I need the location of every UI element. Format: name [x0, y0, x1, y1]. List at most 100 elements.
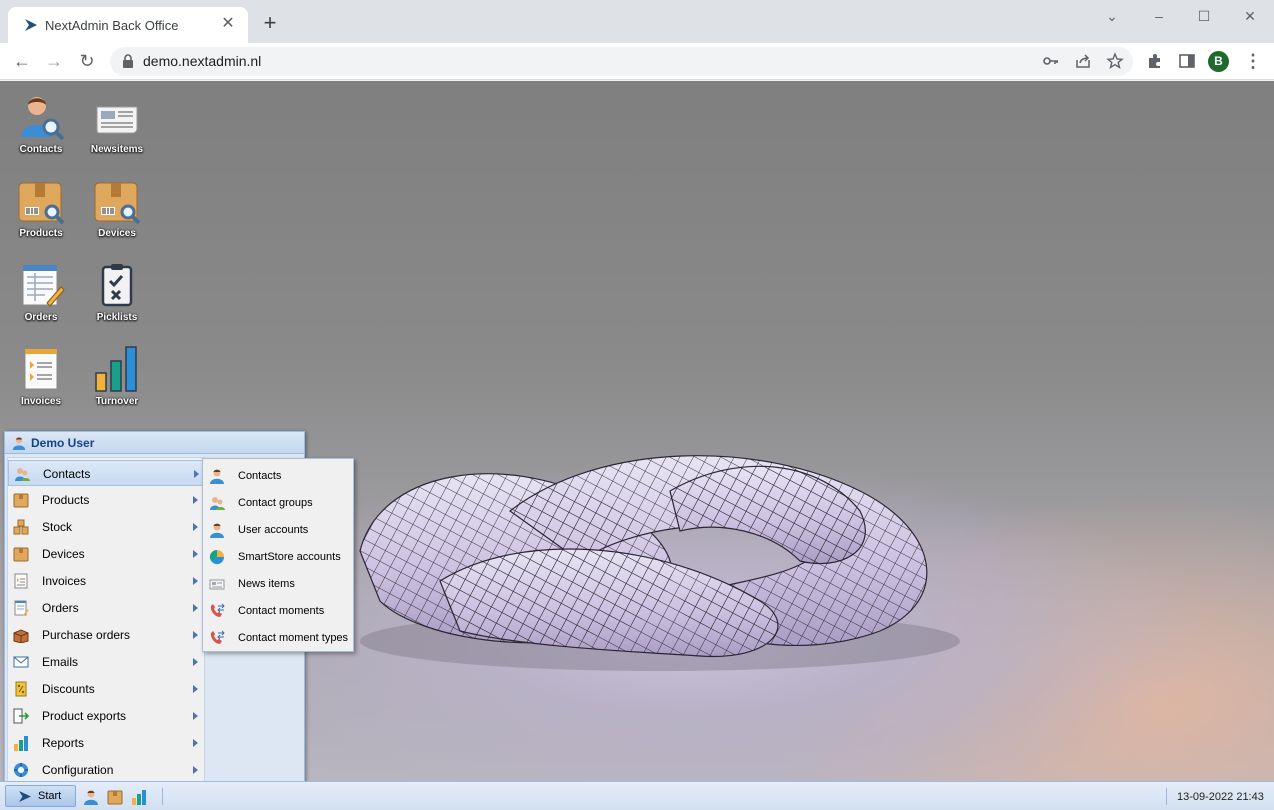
- menu-item-devices[interactable]: Devices: [8, 541, 204, 567]
- start-icon: [19, 791, 31, 802]
- submenu-item-contact-moments[interactable]: Contact moments: [203, 597, 353, 624]
- start-menu-header: Demo User: [5, 432, 304, 454]
- menu-item-orders[interactable]: Orders: [8, 595, 204, 621]
- minimize-button[interactable]: –: [1147, 6, 1171, 26]
- turnover-icon: [95, 346, 137, 392]
- menu-item-label: Stock: [42, 520, 73, 534]
- submenu-arrow-icon: [193, 550, 198, 558]
- menu-item-label: Devices: [42, 547, 85, 561]
- menu-item-emails[interactable]: Emails: [8, 649, 204, 675]
- wallpaper-knot-image: [359, 455, 960, 671]
- orders-icon: [22, 264, 65, 307]
- quicklaunch-turnover-icon[interactable]: [131, 789, 147, 805]
- taskbar-separator: [162, 788, 163, 805]
- close-window-button[interactable]: ✕: [1238, 6, 1262, 26]
- tab-search-icon[interactable]: ⌄: [1100, 6, 1124, 26]
- start-button[interactable]: Start: [5, 785, 76, 807]
- taskbar-clock: 13-09-2022 21:43: [1177, 791, 1264, 803]
- news-icon: [209, 579, 225, 590]
- menu-item-label: Configuration: [42, 763, 114, 777]
- submenu-arrow-icon: [193, 631, 198, 639]
- lock-icon: [123, 54, 133, 68]
- desktop-icon-invoices[interactable]: Invoices: [6, 345, 76, 421]
- side-panel-icon[interactable]: [1178, 52, 1196, 70]
- menu-item-label: Emails: [42, 655, 79, 669]
- new-tab-button[interactable]: +: [258, 12, 282, 36]
- submenu-arrow-icon: [193, 604, 198, 612]
- menu-item-configuration[interactable]: Configuration: [8, 757, 204, 783]
- address-bar[interactable]: demo.nextadmin.nl: [110, 47, 1133, 76]
- submenu-item-user-accounts[interactable]: User accounts: [203, 516, 353, 543]
- desktop-icon-label: Orders: [24, 312, 58, 323]
- submenu-item-label: Contact groups: [238, 497, 313, 509]
- contacts-icon: [15, 468, 30, 481]
- share-icon[interactable]: [1074, 52, 1092, 70]
- orders-icon: [14, 600, 29, 616]
- menu-item-stock[interactable]: Stock: [8, 514, 204, 540]
- contact-groups-icon: [210, 497, 225, 510]
- taskbar-separator: [1166, 788, 1167, 805]
- submenu-item-smartstore-accounts[interactable]: SmartStore accounts: [203, 543, 353, 570]
- menu-item-discounts[interactable]: Discounts: [8, 676, 204, 702]
- key-icon[interactable]: [1042, 52, 1060, 70]
- contact-icon: [210, 469, 224, 484]
- browser-titlebar: NextAdmin Back Office ✕ + ⌄ – ☐ ✕: [0, 0, 1274, 43]
- desktop-icon-label: Turnover: [95, 396, 139, 407]
- menu-item-purchase-orders[interactable]: Purchase orders: [8, 622, 204, 648]
- stock-icon: [13, 519, 29, 535]
- desktop-icon-devices[interactable]: Devices: [82, 177, 152, 253]
- desktop-icon-newsitems[interactable]: Newsitems: [82, 93, 152, 169]
- desktop-icon-products[interactable]: Products: [6, 177, 76, 253]
- desktop-icon-orders[interactable]: Orders: [6, 261, 76, 337]
- desktop-icon-label: Invoices: [20, 396, 62, 407]
- desktop-icon-label: Products: [19, 228, 63, 239]
- menu-item-label: Products: [42, 493, 90, 507]
- purchase-orders-icon: [13, 629, 29, 643]
- bookmark-star-icon[interactable]: [1106, 52, 1124, 70]
- desktop-icon-contacts[interactable]: Contacts: [6, 93, 76, 169]
- maximize-button[interactable]: ☐: [1192, 6, 1216, 26]
- submenu-item-contact-moment-types[interactable]: Contact moment types: [203, 624, 353, 651]
- browser-tab[interactable]: NextAdmin Back Office ✕: [8, 7, 248, 43]
- submenu-item-news-items[interactable]: News items: [203, 570, 353, 597]
- contact-moment-type-icon: [210, 630, 225, 644]
- menu-item-label: Invoices: [42, 574, 87, 588]
- browser-toolbar: ← → ↻ demo.nextadmin.nl B ⋮: [0, 43, 1274, 80]
- extensions-icon[interactable]: [1146, 52, 1164, 70]
- products-icon: [18, 182, 65, 225]
- start-menu-list: Contacts Products Stock Devices Invoices…: [7, 457, 205, 782]
- browser-menu-icon[interactable]: ⋮: [1244, 50, 1262, 72]
- desktop-icon-turnover[interactable]: Turnover: [82, 345, 152, 421]
- desktop-icon-picklists[interactable]: Picklists: [82, 261, 152, 337]
- submenu-item-contacts[interactable]: Contacts: [203, 462, 353, 489]
- taskbar: Start 13-09-2022 21:43: [0, 781, 1274, 810]
- submenu-item-contact-groups[interactable]: Contact groups: [203, 489, 353, 516]
- contacts-icon: [21, 97, 65, 141]
- submenu-item-label: User accounts: [238, 524, 309, 536]
- tab-close-icon[interactable]: ✕: [218, 14, 238, 34]
- menu-item-product-exports[interactable]: Product exports: [8, 703, 204, 729]
- invoices-icon: [24, 348, 58, 390]
- menu-item-invoices[interactable]: Invoices: [8, 568, 204, 594]
- submenu-item-label: News items: [238, 578, 295, 590]
- menu-item-products[interactable]: Products: [8, 487, 204, 513]
- menu-item-contacts[interactable]: Contacts: [8, 460, 204, 486]
- tab-title: NextAdmin Back Office: [45, 18, 179, 33]
- nextadmin-favicon-icon: [25, 19, 37, 31]
- desktop-icon-label: Contacts: [19, 144, 63, 155]
- submenu-arrow-icon: [193, 766, 198, 774]
- contacts-submenu: Contacts Contact groups User accounts Sm…: [202, 458, 354, 652]
- back-button[interactable]: ←: [9, 48, 35, 74]
- menu-item-reports[interactable]: Reports: [8, 730, 204, 756]
- newsitems-icon: [96, 106, 138, 134]
- reload-button[interactable]: ↻: [74, 48, 100, 74]
- reports-icon: [14, 736, 28, 751]
- user-icon: [12, 437, 26, 450]
- profile-avatar[interactable]: B: [1208, 51, 1229, 72]
- url-text: demo.nextadmin.nl: [143, 53, 262, 69]
- quicklaunch-contacts-icon[interactable]: [83, 789, 99, 805]
- menu-item-label: Product exports: [42, 709, 127, 723]
- forward-button[interactable]: →: [41, 48, 67, 74]
- user-account-icon: [210, 523, 224, 538]
- quicklaunch-products-icon[interactable]: [107, 789, 123, 805]
